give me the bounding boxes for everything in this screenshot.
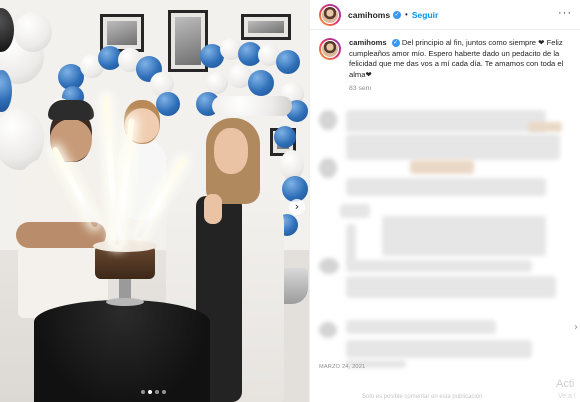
blurred-comment [528, 122, 562, 132]
carousel-next-button[interactable]: › [289, 199, 305, 215]
header-separator: • [405, 10, 408, 19]
more-options-icon[interactable]: ··· [558, 8, 572, 19]
balloon-digit-bar [212, 96, 292, 116]
blurred-comment [346, 134, 560, 160]
blurred-comment [346, 260, 532, 272]
cake-table [34, 300, 210, 402]
cake-stand-base [106, 298, 144, 306]
blurred-comment [382, 216, 546, 256]
blurred-comment-avatar [319, 322, 337, 338]
balloon [276, 50, 300, 74]
blurred-comment [346, 320, 496, 334]
windows-activation-subtitle: Ve a l [558, 393, 576, 400]
post-header: camihoms ✓ • Seguir ··· [310, 0, 580, 30]
carousel-dot [141, 390, 145, 394]
verified-badge-icon: ✓ [393, 10, 402, 19]
blurred-comment-avatar [319, 258, 339, 274]
comments-limited-notice: Solo es posible comentar en esta publica… [362, 394, 483, 400]
cake-frosting [93, 240, 157, 252]
post-side-panel: camihoms ✓ • Seguir ··· camihoms ✓ Del p… [309, 0, 580, 402]
post-date: MARZO 24, 2021 [319, 364, 366, 370]
blurred-comment [346, 110, 546, 132]
follow-button[interactable]: Seguir [412, 10, 438, 20]
header-username[interactable]: camihoms [348, 10, 390, 20]
balloon [156, 92, 180, 116]
chevron-right-icon: › [294, 200, 300, 213]
blurred-comment [346, 224, 356, 264]
blurred-comment [340, 204, 370, 218]
blurred-comment [346, 276, 556, 298]
chevron-right-icon[interactable]: › [574, 322, 578, 333]
balloon [248, 70, 274, 96]
blurred-comment [346, 178, 546, 196]
post-caption: camihoms ✓ Del principio al fin, juntos … [319, 38, 577, 92]
windows-activation-title: Acti [556, 378, 575, 390]
carousel-dot [148, 390, 152, 394]
balloon [14, 12, 52, 52]
person-woman-hand [204, 194, 222, 224]
person-woman-face [214, 128, 248, 174]
post-photo[interactable]: › [0, 0, 309, 402]
wall-frame [241, 14, 291, 40]
caption-avatar[interactable] [319, 38, 341, 60]
blurred-comment [410, 160, 474, 174]
carousel-dot [155, 390, 159, 394]
carousel-dots [141, 390, 166, 394]
blurred-comment-avatar [319, 158, 337, 178]
person-man-cap [48, 100, 94, 120]
caption-age: 83 sem [349, 85, 372, 92]
blurred-comment-avatar [319, 110, 337, 130]
verified-badge-icon: ✓ [391, 39, 400, 47]
balloon [206, 72, 228, 94]
balloon [274, 126, 296, 148]
caption-username[interactable]: camihoms [349, 38, 387, 47]
carousel-dot [162, 390, 166, 394]
blurred-comment [346, 340, 532, 358]
profile-avatar[interactable] [319, 3, 341, 26]
